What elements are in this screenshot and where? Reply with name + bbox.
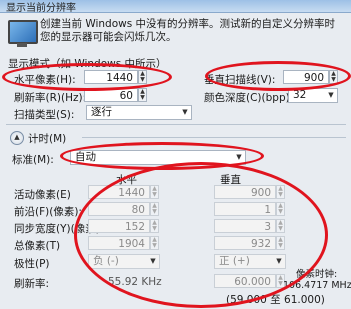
front-porch-h-spinner[interactable]: ▲ ▼ — [150, 202, 159, 216]
refresh-rate-label: 刷新率: — [14, 278, 50, 290]
polarity-v-value: 正 (+) — [219, 255, 250, 267]
standard-select[interactable]: 自动 ▼ — [70, 150, 246, 165]
chevron-down-icon: ▼ — [328, 91, 334, 99]
refresh-rate-v-input[interactable]: 60.000 — [214, 274, 276, 288]
front-porch-h-input[interactable]: 80 — [88, 202, 150, 216]
color-depth-select[interactable]: 32 ▼ — [288, 88, 338, 103]
monitor-icon — [8, 20, 38, 44]
total-pixels-h-spinner[interactable]: ▲ ▼ — [150, 236, 159, 250]
scan-type-select[interactable]: 逐行 ▼ — [86, 105, 192, 120]
polarity-h-value: 负 (-) — [93, 255, 119, 267]
total-pixels-v-spinner[interactable]: ▲ ▼ — [276, 236, 285, 250]
front-porch-v-input[interactable]: 1 — [214, 202, 276, 216]
active-pixels-label: 活动像素(E) — [14, 189, 71, 201]
chevron-down-icon: ▼ — [150, 257, 156, 265]
color-depth-label: 颜色深度(C)(bpp): — [204, 92, 294, 104]
separator — [82, 137, 346, 138]
active-pixels-h-input[interactable]: 1440 — [88, 185, 150, 199]
active-pixels-v-spinner[interactable]: ▲ ▼ — [276, 185, 285, 199]
active-pixels-v-input[interactable]: 900 — [214, 185, 276, 199]
polarity-v-select[interactable]: 正 (+) ▼ — [214, 254, 286, 269]
title-bar: 显示当前分辨率 — [0, 0, 351, 14]
standard-label: 标准(M): — [12, 154, 54, 166]
separator — [6, 124, 346, 125]
total-pixels-v-input[interactable]: 932 — [214, 236, 276, 250]
color-depth-value: 32 — [293, 89, 307, 101]
display-mode-header: 显示模式（如 Windows 中所示） — [8, 58, 167, 70]
sync-width-v-input[interactable]: 3 — [214, 219, 276, 233]
h-pixels-label: 水平像素(H): — [14, 74, 76, 86]
window-title: 显示当前分辨率 — [6, 3, 76, 14]
front-porch-label: 前沿(F)(像素): — [14, 206, 82, 218]
chevron-down-icon: ▼ — [236, 153, 242, 161]
standard-value: 自动 — [75, 151, 96, 163]
monitor-stand-icon — [17, 43, 27, 47]
refresh-spinner[interactable]: ▲ ▼ — [138, 88, 147, 102]
scan-type-label: 扫描类型(S): — [14, 109, 75, 121]
refresh-range: (59.000 至 61.000) — [226, 294, 325, 306]
polarity-h-select[interactable]: 负 (-) ▼ — [88, 254, 160, 269]
refresh-rate-h-value: 55.92 KHz — [108, 276, 162, 288]
front-porch-v-spinner[interactable]: ▲ ▼ — [276, 202, 285, 216]
pixel-clock-label: 像素时钟: — [296, 269, 338, 280]
collapse-icon[interactable]: ▲ — [10, 131, 24, 145]
sync-width-v-spinner[interactable]: ▲ ▼ — [276, 219, 285, 233]
total-pixels-h-input[interactable]: 1904 — [88, 236, 150, 250]
polarity-label: 极性(P) — [14, 258, 50, 270]
h-pixels-input[interactable]: 1440 — [84, 70, 138, 84]
active-pixels-h-spinner[interactable]: ▲ ▼ — [150, 185, 159, 199]
refresh-label: 刷新率(R)(Hz): — [14, 92, 87, 104]
sync-width-h-input[interactable]: 152 — [88, 219, 150, 233]
v-lines-input[interactable]: 900 — [283, 70, 329, 84]
timing-header: 计时(M) — [28, 133, 67, 145]
total-pixels-label: 总像素(T) — [14, 240, 61, 252]
refresh-input[interactable]: 60 — [84, 88, 138, 102]
scan-type-value: 逐行 — [91, 106, 112, 118]
chevron-down-icon: ▼ — [276, 257, 282, 265]
sync-width-h-spinner[interactable]: ▲ ▼ — [150, 219, 159, 233]
pixel-clock-value: 106.4717 MHz — [283, 280, 351, 291]
chevron-down-icon: ▼ — [182, 108, 188, 116]
v-lines-label: 垂直扫描线(V): — [204, 74, 276, 86]
intro-text: 创建当前 Windows 中没有的分辨率。测试新的自定义分辨率时您的显示器可能会… — [40, 18, 336, 43]
h-pixels-spinner[interactable]: ▲ ▼ — [138, 70, 147, 84]
v-lines-spinner[interactable]: ▲ ▼ — [329, 70, 338, 84]
